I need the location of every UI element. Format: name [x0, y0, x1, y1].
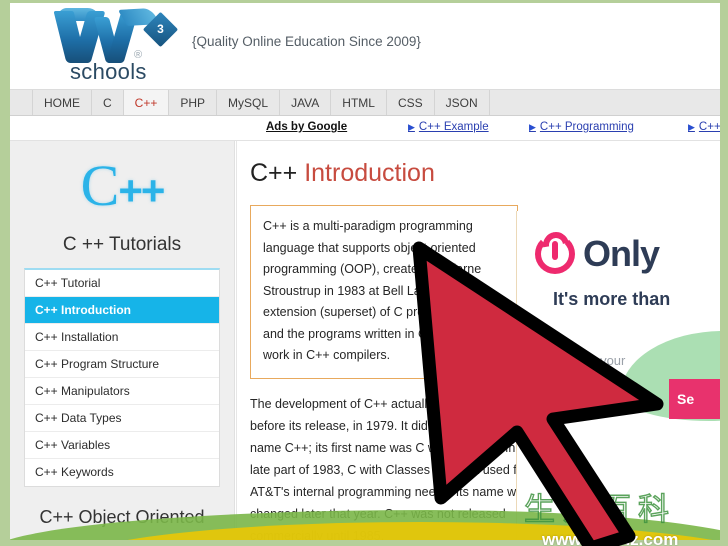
sidebar-item-cpp-variables[interactable]: C++ Variables [25, 432, 219, 459]
ad-cta-button[interactable]: Se [669, 379, 720, 419]
sidebar-title: C ++ Tutorials [62, 234, 182, 255]
nav-item-c[interactable]: C [92, 90, 124, 115]
browser-viewport: 3 ® schools {Quality Online Education Si… [10, 3, 720, 540]
nav-item-mysql[interactable]: MySQL [217, 90, 281, 115]
content-area: C++ C ++ Tutorials C++ Tutorial C++ Intro… [10, 141, 720, 540]
highlight-callout-box: C++ is a multi-paradigm programming lang… [250, 205, 518, 379]
play-triangle-icon: ▶ [408, 122, 415, 132]
cpp-logo-c: C [80, 153, 120, 218]
ad-link-cpp-example[interactable]: ▶ C++ Example [408, 121, 489, 133]
ad-link-cpp-programming[interactable]: ▶ C++ Programming [529, 121, 634, 133]
sidebar: C++ C ++ Tutorials C++ Tutorial C++ Intro… [10, 141, 235, 540]
header-tagline: {Quality Online Education Since 2009} [192, 34, 421, 49]
page-title-plain: C++ [250, 159, 305, 187]
ads-by-google-link[interactable]: Ads by Google [266, 121, 347, 133]
ad-tagline: It's more than [553, 289, 671, 309]
ad-brand-name: Only [583, 233, 660, 274]
nav-item-home[interactable]: HOME [32, 90, 92, 115]
sidebar-subtitle: C++ Object Oriented [39, 507, 205, 527]
site-header: 3 ® schools {Quality Online Education Si… [10, 3, 720, 90]
ad-link-cpp[interactable]: ▶ C++ [688, 121, 720, 133]
sidebar-item-cpp-introduction[interactable]: C++ Introduction [25, 297, 219, 324]
ad-link-label: C++ [698, 121, 720, 133]
logo-wordmark: schools [70, 59, 147, 84]
nav-item-php[interactable]: PHP [169, 90, 218, 115]
nav-item-css[interactable]: CSS [387, 90, 435, 115]
ad-link-label: C++ Programming [539, 121, 634, 133]
main-navigation-bar: HOME C C++ PHP MySQL JAVA HTML CSS JSON [10, 90, 720, 116]
sidebar-item-cpp-installation[interactable]: C++ Installation [25, 324, 219, 351]
w3-logo-mark: 3 ® [48, 7, 180, 63]
page-outer-frame: 3 ® schools {Quality Online Education Si… [0, 0, 728, 546]
play-triangle-icon: ▶ [688, 122, 695, 132]
play-triangle-icon: ▶ [529, 122, 536, 132]
ad-link-label: C++ Example [418, 121, 489, 133]
sidebar-item-cpp-data-types[interactable]: C++ Data Types [25, 405, 219, 432]
page-title-highlight: Introduction [304, 159, 435, 187]
nav-item-cpp[interactable]: C++ [123, 90, 170, 115]
power-button-icon [535, 234, 575, 274]
sidebar-item-cpp-manipulators[interactable]: C++ Manipulators [25, 378, 219, 405]
page-title: C++ Introduction [250, 159, 720, 188]
cpp-logo: C++ [10, 141, 234, 220]
article-panel: Only It's more than Start your Se C++ In… [236, 141, 720, 540]
w3schools-logo[interactable]: 3 ® schools [48, 7, 180, 87]
sidebar-item-cpp-program-structure[interactable]: C++ Program Structure [25, 351, 219, 378]
ad-logo-row: Only [535, 233, 660, 275]
logo-three-badge: 3 [142, 11, 179, 48]
nav-item-java[interactable]: JAVA [280, 90, 332, 115]
highlight-paragraph: C++ is a multi-paradigm programming lang… [263, 219, 484, 362]
ads-strip: Ads by Google ▶ C++ Example ▶ C++ Programm… [10, 116, 720, 141]
sidebar-menu: C++ Tutorial C++ Introduction C++ Installa… [24, 268, 220, 487]
cpp-logo-plusplus: ++ [118, 167, 165, 214]
nav-item-html[interactable]: HTML [331, 90, 387, 115]
sidebar-item-cpp-tutorial[interactable]: C++ Tutorial [25, 270, 219, 297]
advertisement-panel[interactable]: Only It's more than Start your Se [516, 211, 720, 540]
article-paragraph: The development of C++ actually began fo… [250, 396, 544, 541]
nav-item-json[interactable]: JSON [435, 90, 490, 115]
logo-badge-label: 3 [157, 22, 164, 36]
ad-subtext: Start your [569, 353, 626, 368]
sidebar-item-cpp-keywords[interactable]: C++ Keywords [25, 459, 219, 486]
